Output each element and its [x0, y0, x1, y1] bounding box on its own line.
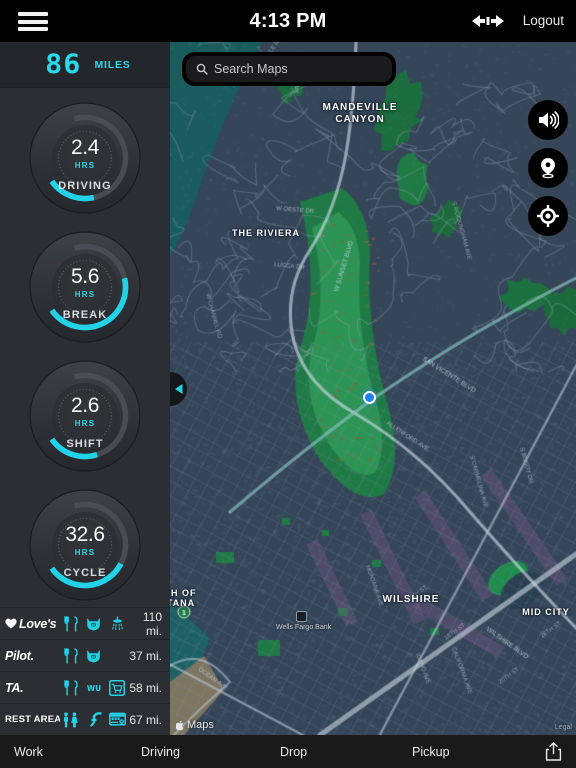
- bottom-tab-driving[interactable]: Driving: [141, 745, 180, 759]
- map-legal-link[interactable]: Legal: [555, 724, 572, 731]
- stop-brand-text: REST AREA: [5, 714, 60, 725]
- stop-brand: Love's: [0, 617, 60, 631]
- search-icon: [196, 63, 208, 75]
- bottom-tab-bar: Work Driving Drop Pickup: [0, 735, 576, 768]
- restroom-icon: [60, 711, 81, 729]
- divider: [0, 87, 170, 88]
- restaurant-icon: [60, 679, 81, 697]
- bank-poi-icon[interactable]: [296, 611, 307, 622]
- chevron-left-icon: [174, 384, 182, 394]
- stop-brand: TA.: [0, 681, 60, 695]
- gauge-value: 2.6: [71, 394, 99, 417]
- pin-button[interactable]: [528, 148, 568, 188]
- shower-icon: [107, 615, 128, 633]
- stop-row[interactable]: Pilot. 37 mi.: [0, 639, 170, 671]
- stop-brand: REST AREA: [0, 714, 60, 725]
- scale-icon: [83, 647, 104, 665]
- stop-distance: 110 mi.: [142, 609, 162, 638]
- map-attribution-text: Maps: [187, 719, 214, 731]
- stop-amenities: [60, 647, 128, 665]
- stop-distance: 58 mi.: [129, 680, 162, 695]
- stop-amenities: WU: [60, 679, 128, 697]
- locate-button[interactable]: [528, 196, 568, 236]
- bottom-tab-drop[interactable]: Drop: [280, 745, 307, 759]
- gauge-value: 2.4: [71, 136, 99, 159]
- map-attribution: Maps: [176, 719, 214, 731]
- stop-row[interactable]: TA. WU 58 mi.: [0, 671, 170, 703]
- gauge-label: SHIFT: [66, 438, 104, 450]
- search-maps-field[interactable]: Search Maps: [182, 52, 396, 86]
- stop-distance: 67 mi.: [129, 712, 162, 727]
- restaurant-icon: [60, 647, 81, 665]
- odometer-value: 86: [45, 49, 82, 80]
- eld-plug-connector-icon: [472, 15, 504, 27]
- water-faucet-icon: [83, 711, 104, 729]
- gauge-label: BREAK: [62, 309, 108, 321]
- gauge-unit: HRS: [74, 419, 96, 428]
- stop-brand: Pilot.: [0, 649, 60, 663]
- stop-amenities: [60, 615, 128, 633]
- stop-brand-text: TA.: [5, 680, 24, 695]
- gauge-value: 32.6: [65, 523, 105, 546]
- locate-crosshair-icon: [537, 205, 559, 227]
- search-placeholder-text: Search Maps: [214, 62, 288, 76]
- gauge-unit: HRS: [74, 290, 96, 299]
- store-icon: [107, 679, 128, 697]
- stop-row[interactable]: REST AREA 67 mi.: [0, 703, 170, 735]
- restaurant-icon: [60, 615, 81, 633]
- gauge-driving[interactable]: 2.4 HRS DRIVING: [29, 102, 141, 214]
- gauge-break[interactable]: 5.6 HRS BREAK: [29, 231, 141, 343]
- apple-logo-icon: [176, 719, 184, 730]
- share-export-icon[interactable]: [545, 742, 562, 761]
- stop-row[interactable]: Love's 110 mi.: [0, 607, 170, 639]
- map-poi-label: Wells Fargo Bank: [276, 624, 332, 631]
- logout-button[interactable]: Logout: [523, 13, 564, 28]
- heart-icon: [5, 618, 17, 629]
- svg-text:WU: WU: [87, 684, 101, 693]
- map-canvas[interactable]: [170, 42, 576, 735]
- odometer: 86 MILES: [0, 42, 170, 87]
- volume-button[interactable]: [528, 100, 568, 140]
- gauge-value: 5.6: [71, 265, 99, 288]
- gauge-unit: HRS: [74, 548, 96, 557]
- sidebar: 86 MILES 2.4 HRS DRIVING 5.6 HRS BREAK 2…: [0, 42, 170, 735]
- gauge-label: DRIVING: [58, 180, 112, 192]
- scale-icon: [83, 615, 104, 633]
- gauge-unit: HRS: [74, 161, 96, 170]
- user-location-dot: [363, 391, 376, 404]
- gauge-label: CYCLE: [63, 567, 107, 579]
- icon-slot-empty: [107, 647, 128, 665]
- stop-distance: 37 mi.: [129, 648, 162, 663]
- bottom-tab-pickup[interactable]: Pickup: [412, 745, 450, 759]
- vending-machine-icon: [107, 711, 128, 729]
- bottom-tab-work[interactable]: Work: [14, 745, 43, 759]
- eld-driver-app: 4:13 PM Logout 86 MILES 2.4 HRS DRIVING …: [0, 0, 576, 768]
- speaker-volume-icon: [539, 111, 559, 129]
- nearby-stops-list: Love's 110 mi. Pilot. 37 mi. TA. WU 58 m…: [0, 607, 170, 735]
- map-panel[interactable]: MANDEVILLE CANYONTHE RIVIERANORTH OF MON…: [170, 42, 576, 735]
- stop-amenities: [60, 711, 128, 729]
- western-union-icon: WU: [83, 679, 104, 697]
- top-bar: 4:13 PM Logout: [0, 0, 576, 42]
- odometer-unit: MILES: [94, 58, 131, 71]
- gauge-shift[interactable]: 2.6 HRS SHIFT: [29, 360, 141, 472]
- stop-brand-text: Love's: [19, 616, 57, 631]
- stop-brand-text: Pilot.: [5, 648, 34, 663]
- gauge-cycle[interactable]: 32.6 HRS CYCLE: [29, 489, 141, 601]
- map-pin-icon: [541, 158, 555, 179]
